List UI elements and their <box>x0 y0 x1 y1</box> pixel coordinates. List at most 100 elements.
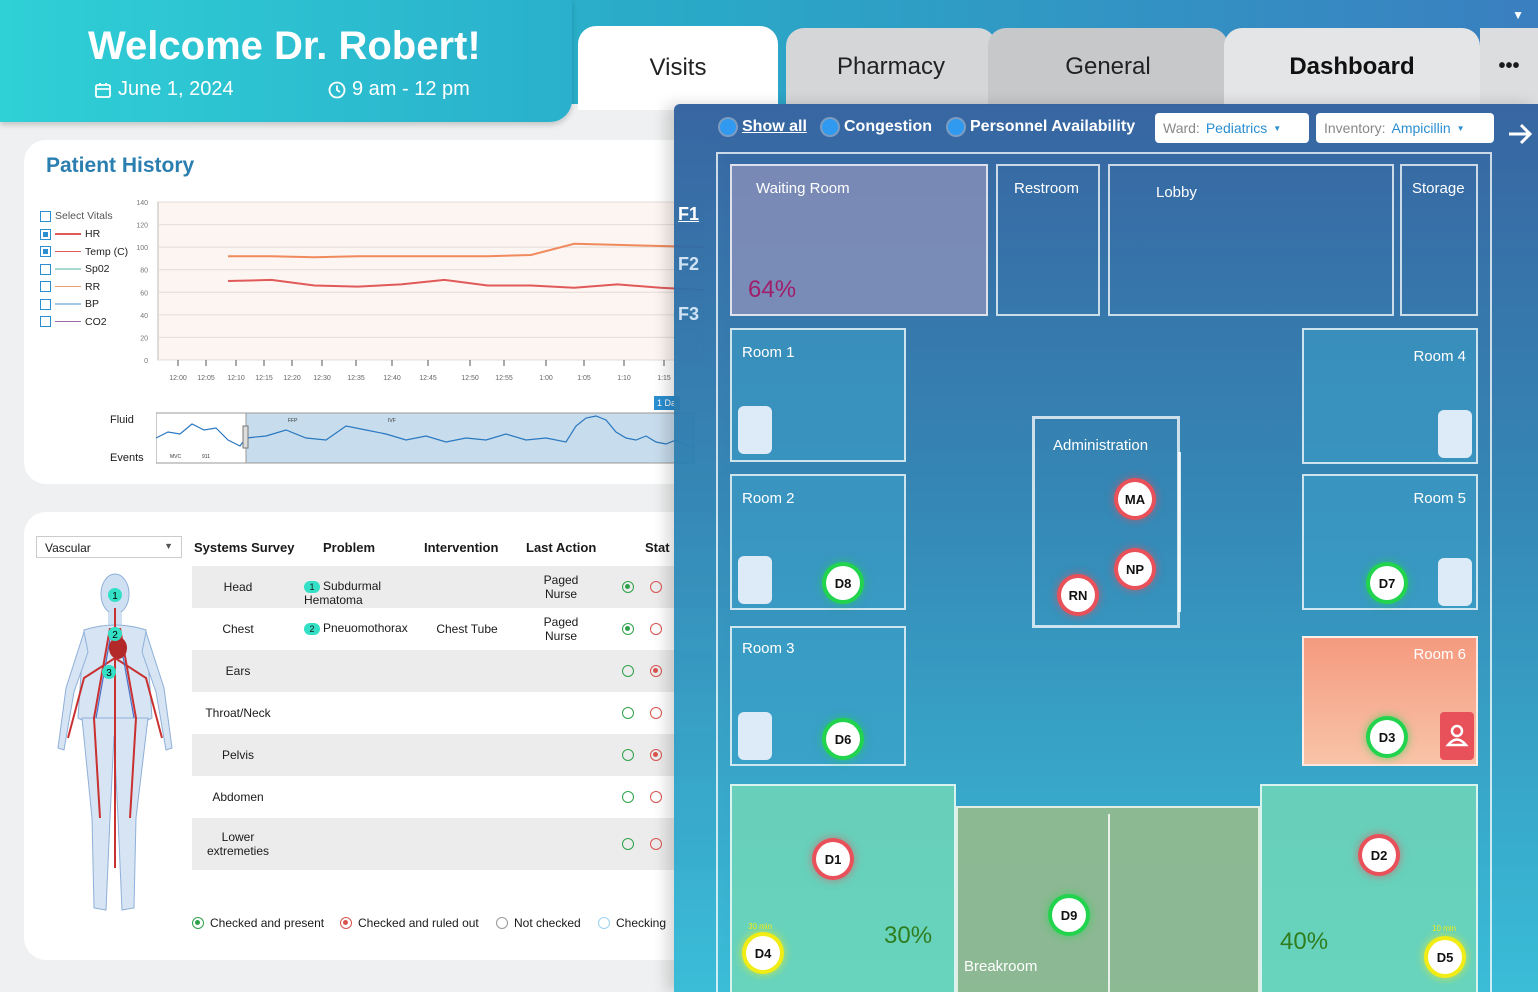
select-vitals-header[interactable]: Select Vitals <box>40 210 113 222</box>
radio-icon <box>948 119 964 135</box>
floor-map-overlay: Show all Congestion Personnel Availabili… <box>674 104 1538 992</box>
status-present-radio[interactable] <box>622 623 634 635</box>
status-ruled-out-radio[interactable] <box>650 623 662 635</box>
tab-general[interactable]: General <box>988 28 1228 106</box>
room-4[interactable]: Room 4 <box>1302 328 1478 464</box>
status-present-radio[interactable] <box>622 581 634 593</box>
vitals-line-chart[interactable]: 140 120 100 80 60 40 20 0 12:00 12:05 12:10 12:15 12… <box>128 196 704 392</box>
checkbox[interactable] <box>40 210 51 222</box>
doctor-pin-d9[interactable]: D9 <box>1052 898 1086 932</box>
vital-toggle-5[interactable]: CO2 <box>40 316 107 328</box>
table-row[interactable]: Ears <box>192 650 732 692</box>
checkbox[interactable] <box>40 246 51 257</box>
table-row[interactable]: Lower extremeties <box>192 818 732 870</box>
floor-tab-f2[interactable]: F2 <box>678 254 699 275</box>
status-ruled-out-radio[interactable] <box>650 581 662 593</box>
system-select[interactable]: Vascular ▼ <box>36 536 182 558</box>
body-diagram[interactable]: 1 2 3 <box>44 568 186 924</box>
arrow-right-icon[interactable] <box>1506 120 1534 148</box>
table-row[interactable]: Head 1 Subdurmal Hematoma Paged Nurse <box>192 566 732 608</box>
vital-toggle-2[interactable]: Sp02 <box>40 263 110 275</box>
room-label: Room 1 <box>742 344 795 361</box>
doctor-pin-d2[interactable]: D2 <box>1362 838 1396 872</box>
tab-label: Pharmacy <box>836 53 946 80</box>
filter-congestion[interactable]: Congestion <box>822 118 932 136</box>
floor-tab-f1[interactable]: F1 <box>678 204 699 225</box>
checkbox[interactable] <box>40 263 51 275</box>
status-present-radio[interactable] <box>622 749 634 761</box>
table-row[interactable]: Chest 2 Pneuomothorax Chest Tube Paged Nurse <box>192 608 732 650</box>
doctor-pin-d5[interactable]: D5 <box>1428 940 1462 974</box>
status-ruled-out-radio[interactable] <box>650 665 662 677</box>
checkbox[interactable] <box>40 228 51 240</box>
vital-toggle-3[interactable]: RR <box>40 281 100 293</box>
patient-history-panel: Patient History Select Vitals HR Temp (C)… <box>24 140 724 484</box>
vital-toggle-0[interactable]: HR <box>40 228 100 240</box>
tab-visits[interactable]: Visits <box>578 26 778 110</box>
status-ruled-out-radio[interactable] <box>650 749 662 761</box>
collapse-caret-icon[interactable]: ▼ <box>1512 8 1524 22</box>
staff-pin-ma[interactable]: MA <box>1118 482 1152 516</box>
filter-show-all[interactable]: Show all <box>720 118 807 136</box>
vital-toggle-4[interactable]: BP <box>40 298 99 310</box>
room-label: Restroom <box>1014 180 1080 197</box>
doctor-pin-d1[interactable]: D1 <box>816 842 850 876</box>
tab-dashboard[interactable]: Dashboard <box>1224 28 1480 106</box>
staff-pin-np[interactable]: NP <box>1118 552 1152 586</box>
zone-bottom-right[interactable]: 40% D2 10 min D5 <box>1260 784 1478 992</box>
checkbox[interactable] <box>40 298 51 310</box>
room-label: Lobby <box>1156 184 1197 201</box>
room-1[interactable]: Room 1 <box>730 328 906 462</box>
checkbox[interactable] <box>40 316 51 327</box>
status-ruled-out-radio[interactable] <box>650 791 662 803</box>
zone-bottom-left[interactable]: 30% D1 30 min D4 <box>730 784 956 992</box>
last-action-cell: Paged Nurse <box>543 615 579 643</box>
doctor-pin-d8[interactable]: D8 <box>826 566 860 600</box>
status-present-radio[interactable] <box>622 665 634 677</box>
x-tick-label: 12:15 <box>255 375 273 382</box>
table-row[interactable]: Throat/Neck <box>192 692 732 734</box>
x-tick-label: 12:05 <box>197 375 215 382</box>
checkbox[interactable] <box>40 281 51 292</box>
ward-dropdown[interactable]: Ward: Pediatrics ▼ <box>1155 113 1309 143</box>
room-3[interactable]: Room 3 D6 <box>730 626 906 766</box>
filter-personnel[interactable]: Personnel Availability <box>948 118 1135 136</box>
tab-pharmacy[interactable]: Pharmacy <box>786 28 996 106</box>
status-ruled-out-radio[interactable] <box>650 707 662 719</box>
doctor-pin-d4[interactable]: D4 <box>746 936 780 970</box>
table-row[interactable]: Pelvis <box>192 734 732 776</box>
legend-label: CO2 <box>85 315 107 328</box>
floor-tab-f3[interactable]: F3 <box>678 304 699 325</box>
intervention-cell: Chest Tube <box>436 622 498 636</box>
inventory-dropdown[interactable]: Inventory: Ampicillin ▼ <box>1316 113 1494 143</box>
table-row[interactable]: Abdomen <box>192 776 732 818</box>
room-restroom[interactable]: Restroom <box>996 164 1100 316</box>
room-6[interactable]: Room 6 D3 <box>1302 636 1478 766</box>
more-menu-button[interactable]: ••• <box>1480 28 1538 104</box>
dropdown-value: Pediatrics <box>1205 120 1268 136</box>
room-waiting[interactable]: Waiting Room 64% <box>730 164 988 316</box>
status-present-radio[interactable] <box>622 707 634 719</box>
doctor-pin-d7[interactable]: D7 <box>1370 566 1404 600</box>
patient-alert-icon[interactable] <box>1440 712 1474 760</box>
x-tick-label: 12:55 <box>495 375 513 382</box>
status-present-radio[interactable] <box>622 838 634 850</box>
status-ruled-out-radio[interactable] <box>650 838 662 850</box>
last-action-cell: Paged Nurse <box>543 573 579 601</box>
room-administration[interactable]: Administration <box>1032 416 1180 628</box>
vital-toggle-1[interactable]: Temp (C) <box>40 246 128 258</box>
doctor-pin-d6[interactable]: D6 <box>826 722 860 756</box>
x-tick-label: 12:00 <box>169 375 187 382</box>
room-5[interactable]: Room 5 D7 <box>1302 474 1478 610</box>
legend-not-checked: Not checked <box>496 916 581 930</box>
system-cell: Head <box>223 580 253 594</box>
room-lobby[interactable]: Lobby <box>1108 164 1394 316</box>
status-present-radio[interactable] <box>622 791 634 803</box>
legend-swatch <box>55 303 81 305</box>
fluid-events-brush[interactable]: FFP IVF MVC 911 <box>156 412 696 464</box>
room-breakroom[interactable]: Breakroom D9 <box>956 806 1260 992</box>
room-2[interactable]: Room 2 D8 <box>730 474 906 610</box>
doctor-pin-d3[interactable]: D3 <box>1370 720 1404 754</box>
staff-pin-rn[interactable]: RN <box>1061 578 1095 612</box>
room-storage[interactable]: Storage <box>1400 164 1478 316</box>
